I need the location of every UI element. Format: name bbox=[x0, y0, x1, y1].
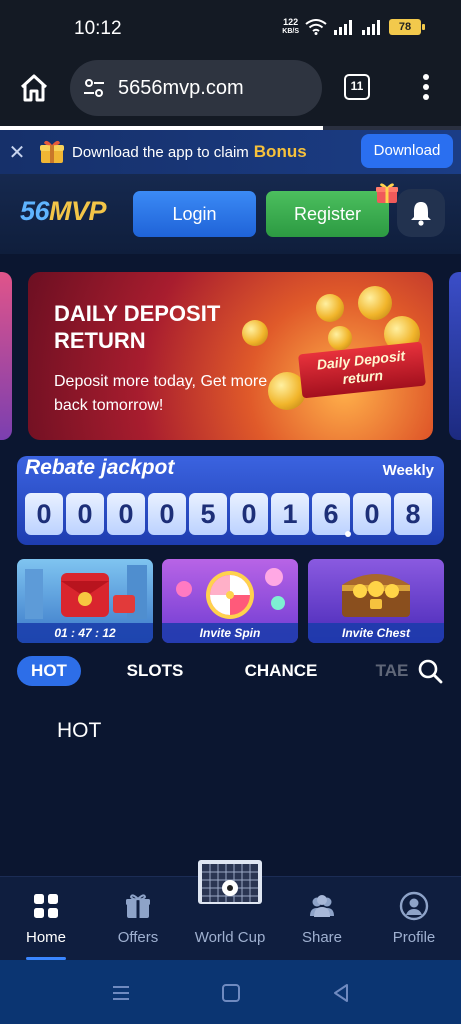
coin-image bbox=[358, 286, 392, 320]
recent-apps-icon[interactable] bbox=[110, 982, 132, 1004]
jackpot-digit: 8 bbox=[394, 493, 432, 535]
status-bar: 10:12 122 KB/S 78 bbox=[0, 0, 461, 56]
status-time: 10:12 bbox=[74, 18, 122, 39]
network-speed-unit: KB/S bbox=[282, 28, 299, 35]
tab-chance[interactable]: CHANCE bbox=[236, 656, 326, 686]
promo-ribbon: Daily Deposit return bbox=[298, 341, 426, 399]
carousel-prev-slide[interactable] bbox=[0, 272, 12, 440]
site-settings-icon[interactable] bbox=[82, 76, 106, 100]
users-icon bbox=[310, 895, 334, 917]
download-app-banner: ✕ Download the app to claim Bonus Downlo… bbox=[0, 130, 461, 174]
countdown-timer: 01 : 47 : 12 bbox=[17, 623, 153, 643]
treasure-chest-icon bbox=[342, 574, 410, 617]
logo-text: MVP bbox=[49, 196, 107, 226]
download-banner-text: Download the app to claim bbox=[72, 143, 249, 161]
treasure-box-icon bbox=[40, 140, 64, 163]
jackpot-digit: 1 bbox=[271, 493, 309, 535]
game-category-tabs: HOT SLOTS CHANCE TAE bbox=[0, 654, 461, 688]
rebate-jackpot[interactable]: Rebate jackpot Weekly 0 0 0 0 5 0 1 6 0 … bbox=[17, 456, 444, 545]
nav-offers-label: Offers bbox=[117, 929, 159, 946]
red-envelope-icon bbox=[25, 565, 147, 619]
system-navigation-bar bbox=[0, 960, 461, 1024]
nav-share-label: Share bbox=[301, 929, 343, 946]
invite-spin-card[interactable]: Invite Spin bbox=[162, 559, 298, 643]
nav-home[interactable]: Home bbox=[6, 891, 86, 946]
invite-chest-label: Invite Chest bbox=[308, 623, 444, 643]
feature-cards: 01 : 47 : 12 Invite Spin Invite Chest bbox=[17, 559, 444, 643]
login-button[interactable]: Login bbox=[133, 191, 256, 237]
jackpot-digit: 0 bbox=[353, 493, 391, 535]
tab-slots[interactable]: SLOTS bbox=[118, 656, 192, 686]
nav-profile[interactable]: Profile bbox=[374, 891, 454, 946]
signal-icon bbox=[334, 20, 352, 35]
bonus-label: Bonus bbox=[253, 142, 307, 161]
nav-offers[interactable]: Offers bbox=[98, 891, 178, 946]
goal-icon[interactable] bbox=[196, 858, 264, 906]
section-title: HOT bbox=[57, 719, 102, 742]
jackpot-digit: 0 bbox=[107, 493, 145, 535]
bell-icon bbox=[411, 202, 431, 226]
nav-share[interactable]: Share bbox=[282, 891, 362, 946]
jackpot-digit: 6 bbox=[312, 493, 350, 535]
address-bar[interactable]: 5656mvp.com bbox=[70, 60, 322, 116]
prize-wheel-icon bbox=[176, 568, 285, 619]
profile-icon bbox=[399, 891, 429, 921]
jackpot-period: Weekly bbox=[382, 462, 434, 479]
decimal-point bbox=[345, 531, 351, 537]
register-button[interactable]: Register bbox=[266, 191, 389, 237]
coin-image bbox=[316, 294, 344, 322]
network-speed: 122 KB/S bbox=[282, 18, 299, 36]
invite-chest-card[interactable]: Invite Chest bbox=[308, 559, 444, 643]
site-logo[interactable]: 56MVP bbox=[20, 196, 107, 227]
red-envelope-card[interactable]: 01 : 47 : 12 bbox=[17, 559, 153, 643]
wifi-icon bbox=[305, 19, 327, 35]
tab-switcher-button[interactable]: 11 bbox=[344, 74, 370, 100]
jackpot-digit: 0 bbox=[25, 493, 63, 535]
grid-icon bbox=[34, 894, 58, 918]
promo-title: DAILY DEPOSIT RETURN bbox=[54, 301, 221, 353]
nav-profile-label: Profile bbox=[392, 929, 436, 946]
tab-table[interactable]: TAE bbox=[370, 656, 414, 686]
back-icon[interactable] bbox=[330, 982, 352, 1004]
browser-toolbar: 5656mvp.com 11 bbox=[0, 56, 461, 126]
battery-icon: 78 bbox=[389, 19, 425, 35]
nav-home-label: Home bbox=[25, 929, 66, 946]
network-speed-value: 122 bbox=[283, 17, 299, 27]
url-text[interactable]: 5656mvp.com bbox=[118, 77, 244, 100]
status-icons: 122 KB/S 78 bbox=[282, 18, 425, 36]
notification-button[interactable] bbox=[397, 189, 445, 237]
jackpot-digit: 5 bbox=[189, 493, 227, 535]
nav-world-cup-label: World Cup bbox=[194, 929, 266, 946]
download-button[interactable]: Download bbox=[361, 134, 453, 168]
site-header: 56MVP Login Register bbox=[0, 174, 461, 254]
jackpot-title: Rebate jackpot bbox=[25, 456, 175, 479]
promo-subtitle: Deposit more today, Get more back tomorr… bbox=[54, 373, 268, 414]
jackpot-counter: 0 0 0 0 5 0 1 6 0 8 bbox=[25, 493, 432, 535]
home-icon[interactable] bbox=[18, 72, 50, 104]
coin-image bbox=[242, 320, 268, 346]
logo-number: 56 bbox=[20, 196, 50, 226]
invite-spin-label: Invite Spin bbox=[162, 623, 298, 643]
jackpot-digit: 0 bbox=[66, 493, 104, 535]
carousel-next-slide[interactable] bbox=[449, 272, 461, 440]
close-icon[interactable]: ✕ bbox=[8, 140, 26, 165]
jackpot-digit: 0 bbox=[230, 493, 268, 535]
home-button-icon[interactable] bbox=[220, 982, 242, 1004]
search-icon[interactable] bbox=[417, 658, 443, 684]
more-menu-icon[interactable] bbox=[414, 70, 438, 104]
coin-image bbox=[328, 326, 352, 350]
tab-hot[interactable]: HOT bbox=[17, 656, 81, 686]
gift-icon bbox=[126, 894, 150, 918]
promo-banner[interactable]: DAILY DEPOSIT RETURN Deposit more today,… bbox=[28, 272, 433, 440]
jackpot-digit: 0 bbox=[148, 493, 186, 535]
signal-icon-2 bbox=[362, 20, 380, 35]
